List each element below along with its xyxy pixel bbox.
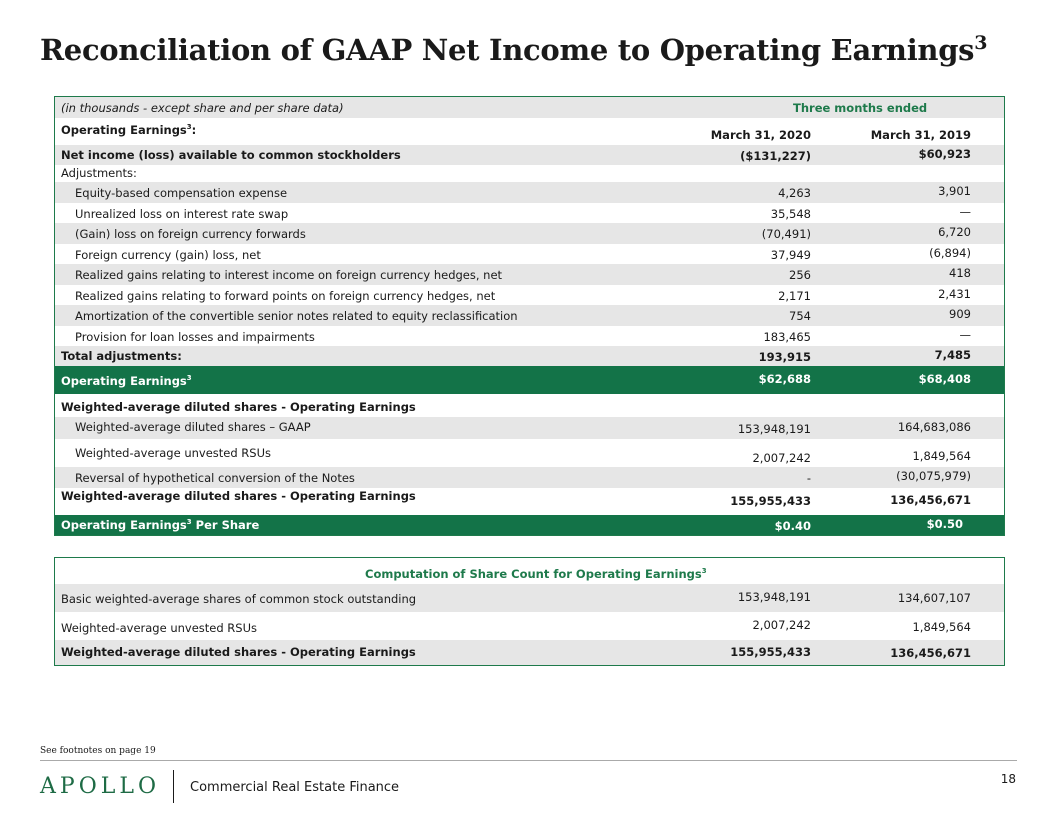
value-2020: $62,688 xyxy=(758,372,811,386)
adjustments-label: Adjustments: xyxy=(61,166,137,180)
wads-total-row: Weighted-average diluted shares - Operat… xyxy=(55,488,1004,515)
table-row: Weighted-average unvested RSUs 2,007,242… xyxy=(55,612,1004,640)
value-2020: 37,949 xyxy=(770,248,811,262)
row-label: Weighted-average diluted shares - Operat… xyxy=(61,645,416,659)
value-2019: (30,075,979) xyxy=(896,469,971,483)
footnote: See footnotes on page 19 xyxy=(40,746,156,756)
value-2019: 136,456,671 xyxy=(890,493,971,507)
table-note-row: (in thousands - except share and per sha… xyxy=(55,97,1004,118)
per-share-row: Operating Earnings3 Per Share $0.40 $0.5… xyxy=(55,515,1004,535)
value-2019: 6,720 xyxy=(938,225,971,239)
row-label: Amortization of the convertible senior n… xyxy=(75,309,518,323)
share-count-total-row: Weighted-average diluted shares - Operat… xyxy=(55,640,1004,665)
table-row: Basic weighted-average shares of common … xyxy=(55,584,1004,612)
value-2020: 4,263 xyxy=(778,186,811,200)
row-label: Unrealized loss on interest rate swap xyxy=(75,207,289,221)
row-label: Weighted-average unvested RSUs xyxy=(61,621,258,635)
period-header: Three months ended xyxy=(793,101,928,115)
adjustments-label-row: Adjustments: xyxy=(55,165,1004,182)
value-2020: 754 xyxy=(789,309,811,323)
row-label: Provision for loan losses and impairment… xyxy=(75,330,315,344)
column-header-row: Operating Earnings3: March 31, 2020 Marc… xyxy=(55,118,1004,145)
value-2019: 2,431 xyxy=(938,287,971,301)
value-2020: 35,548 xyxy=(770,207,811,221)
row-label: Weighted-average diluted shares - Operat… xyxy=(61,400,416,414)
table-row: Realized gains relating to forward point… xyxy=(55,285,1004,305)
value-2020: 2,007,242 xyxy=(752,451,811,465)
value-2019: 418 xyxy=(949,266,971,280)
row-label: Foreign currency (gain) loss, net xyxy=(75,248,261,262)
row-label: Operating Earnings3 xyxy=(61,374,192,388)
row-label: Basic weighted-average shares of common … xyxy=(61,592,417,606)
table-row: Unrealized loss on interest rate swap 35… xyxy=(55,203,1004,223)
value-2020: - xyxy=(806,471,811,485)
row-label: Weighted-average diluted shares – GAAP xyxy=(75,420,311,434)
value-2020: 256 xyxy=(789,268,811,282)
reconciliation-table: (in thousands - except share and per sha… xyxy=(54,96,1005,536)
value-2020: 193,915 xyxy=(758,350,811,364)
value-2019: 3,901 xyxy=(938,184,971,198)
apollo-logo: APOLLO xyxy=(40,774,160,799)
row-label: Weighted-average diluted shares - Operat… xyxy=(61,489,416,503)
value-2020: 155,955,433 xyxy=(730,494,811,508)
value-2020: 153,948,191 xyxy=(737,590,811,604)
operating-earnings-row: Operating Earnings3 $62,688 $68,408 xyxy=(55,366,1004,394)
footer-divider xyxy=(40,760,1017,761)
table-row: Equity-based compensation expense 4,263 … xyxy=(55,182,1004,203)
share-count-title-row: Computation of Share Count for Operating… xyxy=(55,558,1004,584)
value-2019: 7,485 xyxy=(934,348,971,362)
value-2019: 164,683,086 xyxy=(897,420,971,434)
value-2019: 1,849,564 xyxy=(912,620,971,634)
value-2019: — xyxy=(959,328,972,342)
value-2019: 1,849,564 xyxy=(912,449,971,463)
value-2020: 2,171 xyxy=(778,289,811,303)
value-2020: 155,955,433 xyxy=(730,645,811,659)
value-2019: 909 xyxy=(949,307,971,321)
value-2019: $0.50 xyxy=(926,517,963,531)
row-label: Weighted-average unvested RSUs xyxy=(75,446,272,460)
row-label: Equity-based compensation expense xyxy=(75,186,288,200)
wads-header-row: Weighted-average diluted shares - Operat… xyxy=(55,394,1004,417)
value-2019: 134,607,107 xyxy=(897,591,971,605)
row-label: Realized gains relating to interest inco… xyxy=(75,268,503,282)
value-2019: — xyxy=(959,205,972,219)
value-2020: 2,007,242 xyxy=(752,618,811,632)
footer-subtitle: Commercial Real Estate Finance xyxy=(190,780,400,795)
footer-separator xyxy=(173,770,174,803)
row-label: Reversal of hypothetical conversion of t… xyxy=(75,471,355,485)
table-row: Weighted-average unvested RSUs 2,007,242… xyxy=(55,439,1004,467)
column-header-2019: March 31, 2019 xyxy=(870,128,971,142)
share-count-title: Computation of Share Count for Operating… xyxy=(365,567,707,581)
table-row: Foreign currency (gain) loss, net 37,949… xyxy=(55,244,1004,264)
table-row: Amortization of the convertible senior n… xyxy=(55,305,1004,326)
units-note: (in thousands - except share and per sha… xyxy=(61,101,344,115)
table-row: Reversal of hypothetical conversion of t… xyxy=(55,467,1004,488)
table-row: Weighted-average diluted shares – GAAP 1… xyxy=(55,417,1004,439)
row-label: Total adjustments: xyxy=(61,349,182,363)
table-row: (Gain) loss on foreign currency forwards… xyxy=(55,223,1004,244)
column-header-2020: March 31, 2020 xyxy=(710,128,811,142)
value-2019: 136,456,671 xyxy=(890,646,971,660)
value-2019: $60,923 xyxy=(918,147,971,161)
value-2019: (6,894) xyxy=(929,246,971,260)
share-count-table: Computation of Share Count for Operating… xyxy=(54,557,1005,666)
page-title: Reconciliation of GAAP Net Income to Ope… xyxy=(40,32,988,67)
row-label: (Gain) loss on foreign currency forwards xyxy=(75,227,306,241)
value-2020: 183,465 xyxy=(763,330,811,344)
value-2020: 153,948,191 xyxy=(737,422,811,436)
page-number: 18 xyxy=(1000,772,1016,786)
row-label: Net income (loss) available to common st… xyxy=(61,148,401,162)
value-2020: ($131,227) xyxy=(740,149,811,163)
section-label: Operating Earnings3: xyxy=(61,123,197,137)
value-2020: (70,491) xyxy=(761,227,811,241)
table-row: Realized gains relating to interest inco… xyxy=(55,264,1004,285)
net-income-row: Net income (loss) available to common st… xyxy=(55,145,1004,165)
table-row: Provision for loan losses and impairment… xyxy=(55,326,1004,346)
value-2019: $68,408 xyxy=(918,372,971,386)
value-2020: $0.40 xyxy=(774,519,811,533)
total-adjustments-row: Total adjustments: 193,915 7,485 xyxy=(55,346,1004,366)
row-label: Realized gains relating to forward point… xyxy=(75,289,496,303)
row-label: Operating Earnings3 Per Share xyxy=(61,518,260,532)
